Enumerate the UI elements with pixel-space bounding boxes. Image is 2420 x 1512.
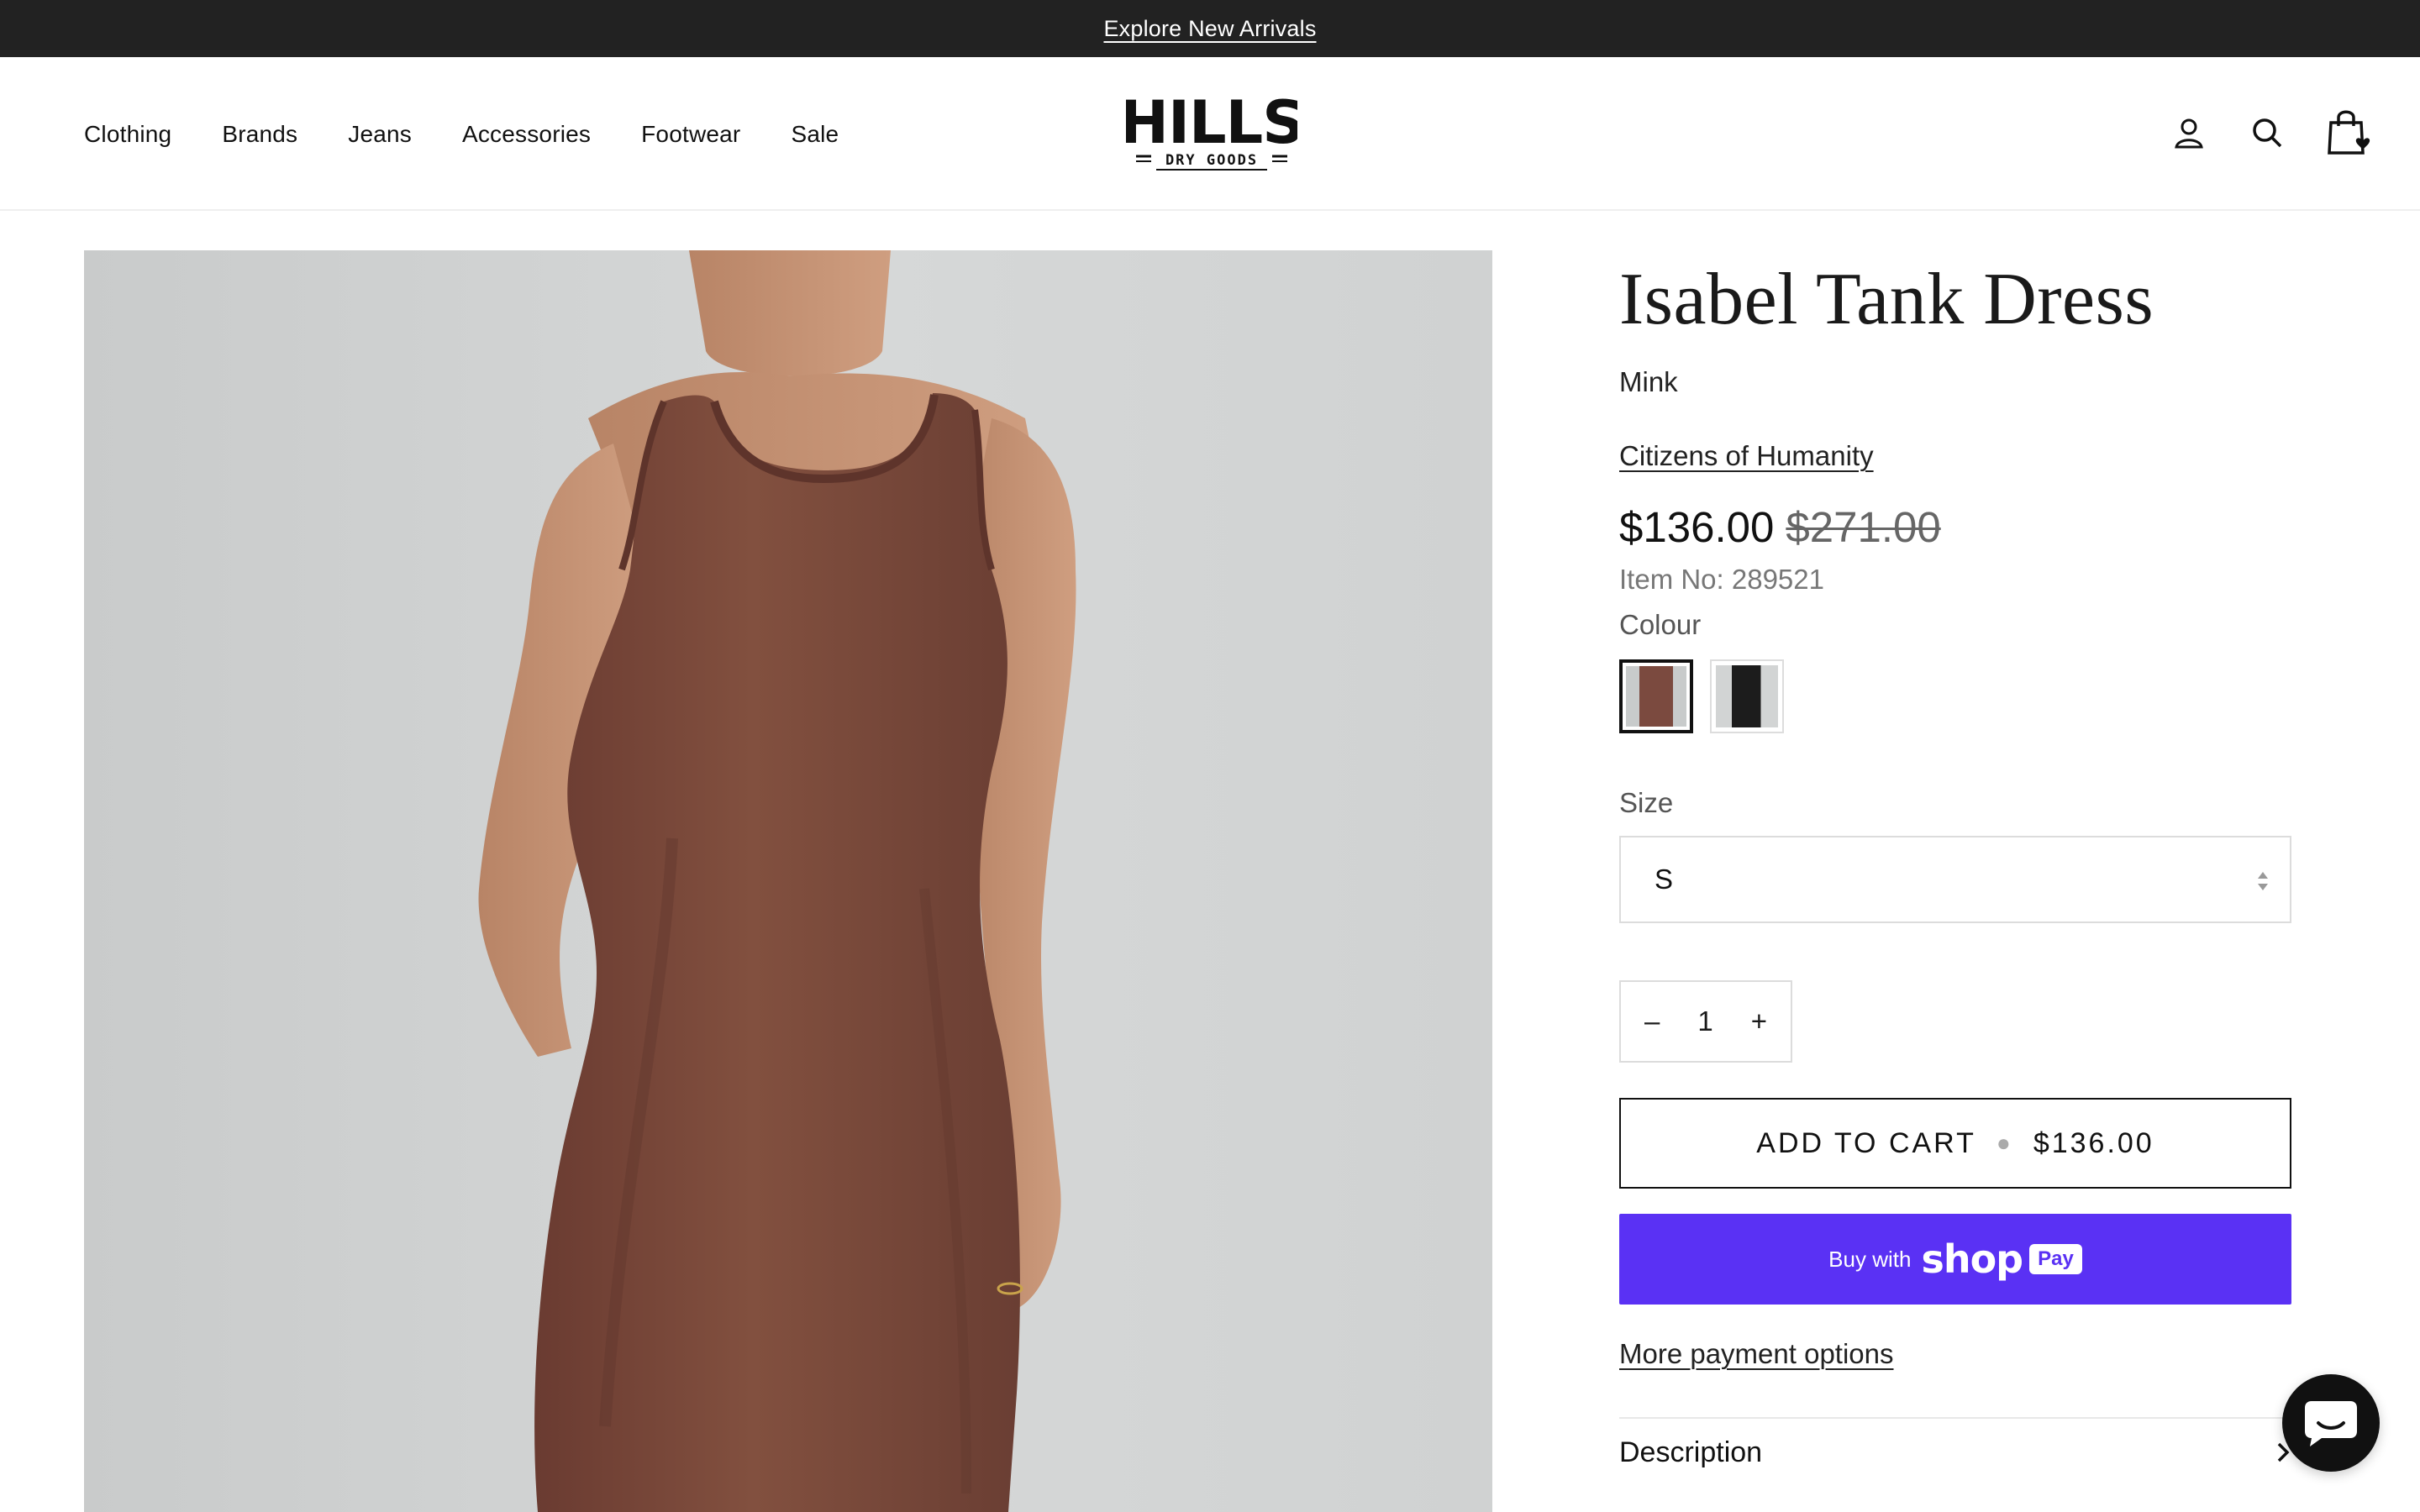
- more-payment-options-link[interactable]: More payment options: [1619, 1338, 1894, 1370]
- price-row: $136.00 $271.00: [1619, 502, 2291, 552]
- description-label: Description: [1619, 1436, 1763, 1468]
- sale-price: $136.00: [1619, 503, 1775, 551]
- main-nav: Clothing Brands Jeans Accessories Footwe…: [84, 57, 889, 211]
- nav-item-accessories[interactable]: Accessories: [462, 121, 591, 148]
- shop-pay-badge: Pay: [2029, 1244, 2082, 1274]
- nav-item-sale[interactable]: Sale: [791, 121, 839, 148]
- nav-item-clothing[interactable]: Clothing: [84, 121, 171, 148]
- announcement-bar: Explore New Arrivals: [0, 0, 2420, 57]
- swatch-mink[interactable]: [1619, 659, 1693, 733]
- qty-minus-button[interactable]: –: [1644, 1005, 1660, 1037]
- header-icons: [2067, 57, 2420, 211]
- nav-item-footwear[interactable]: Footwear: [641, 121, 740, 148]
- size-label: Size: [1619, 787, 1674, 818]
- item-number: Item No: 289521: [1619, 564, 1824, 595]
- store-logo[interactable]: HILLS DRY GOODS: [1119, 88, 1305, 176]
- nav-item-jeans[interactable]: Jeans: [348, 121, 412, 148]
- add-to-cart-button[interactable]: ADD TO CART ● $136.00: [1619, 1098, 2291, 1189]
- product-info: Isabel Tank Dress Mink Citizens of Human…: [1619, 250, 2291, 1486]
- qty-plus-button[interactable]: +: [1751, 1005, 1767, 1037]
- compare-price: $271.00: [1786, 503, 1941, 551]
- quantity-stepper: – 1 +: [1619, 980, 1792, 1063]
- chat-button[interactable]: [2282, 1374, 2380, 1472]
- chat-bubble-icon: [2305, 1401, 2357, 1446]
- description-accordion[interactable]: Description: [1619, 1419, 2291, 1486]
- announcement-link[interactable]: Explore New Arrivals: [1103, 16, 1316, 42]
- qty-value[interactable]: 1: [1697, 1005, 1712, 1037]
- search-icon[interactable]: [2242, 108, 2292, 158]
- size-select-value: S: [1655, 864, 1674, 895]
- product-title: Isabel Tank Dress: [1619, 259, 2154, 340]
- select-arrows-icon: [2258, 872, 2268, 890]
- site-header: Clothing Brands Jeans Accessories Footwe…: [0, 57, 2420, 211]
- shop-pay-button[interactable]: Buy with shop Pay: [1619, 1214, 2291, 1305]
- separator-dot-icon: ●: [1996, 1130, 2013, 1156]
- account-icon[interactable]: [2164, 108, 2214, 158]
- size-select[interactable]: S: [1619, 836, 2291, 923]
- logo-subline: DRY GOODS: [1165, 152, 1258, 169]
- swatch-black[interactable]: [1710, 659, 1784, 733]
- shop-pay-logo: shop: [1921, 1236, 2023, 1282]
- variant-name: Mink: [1619, 366, 1678, 397]
- colour-label: Colour: [1619, 609, 1702, 640]
- logo-wordmark: HILLS: [1126, 91, 1297, 157]
- nav-item-brands[interactable]: Brands: [222, 121, 297, 148]
- vendor-link[interactable]: Citizens of Humanity: [1619, 440, 1874, 472]
- cart-icon[interactable]: [2321, 108, 2381, 158]
- add-to-cart-label: ADD TO CART: [1756, 1126, 1976, 1159]
- colour-swatches: [1619, 659, 2291, 733]
- product-image[interactable]: [84, 250, 1492, 1512]
- add-to-cart-price: $136.00: [2033, 1126, 2154, 1159]
- shop-pay-buy-with: Buy with: [1828, 1246, 1912, 1272]
